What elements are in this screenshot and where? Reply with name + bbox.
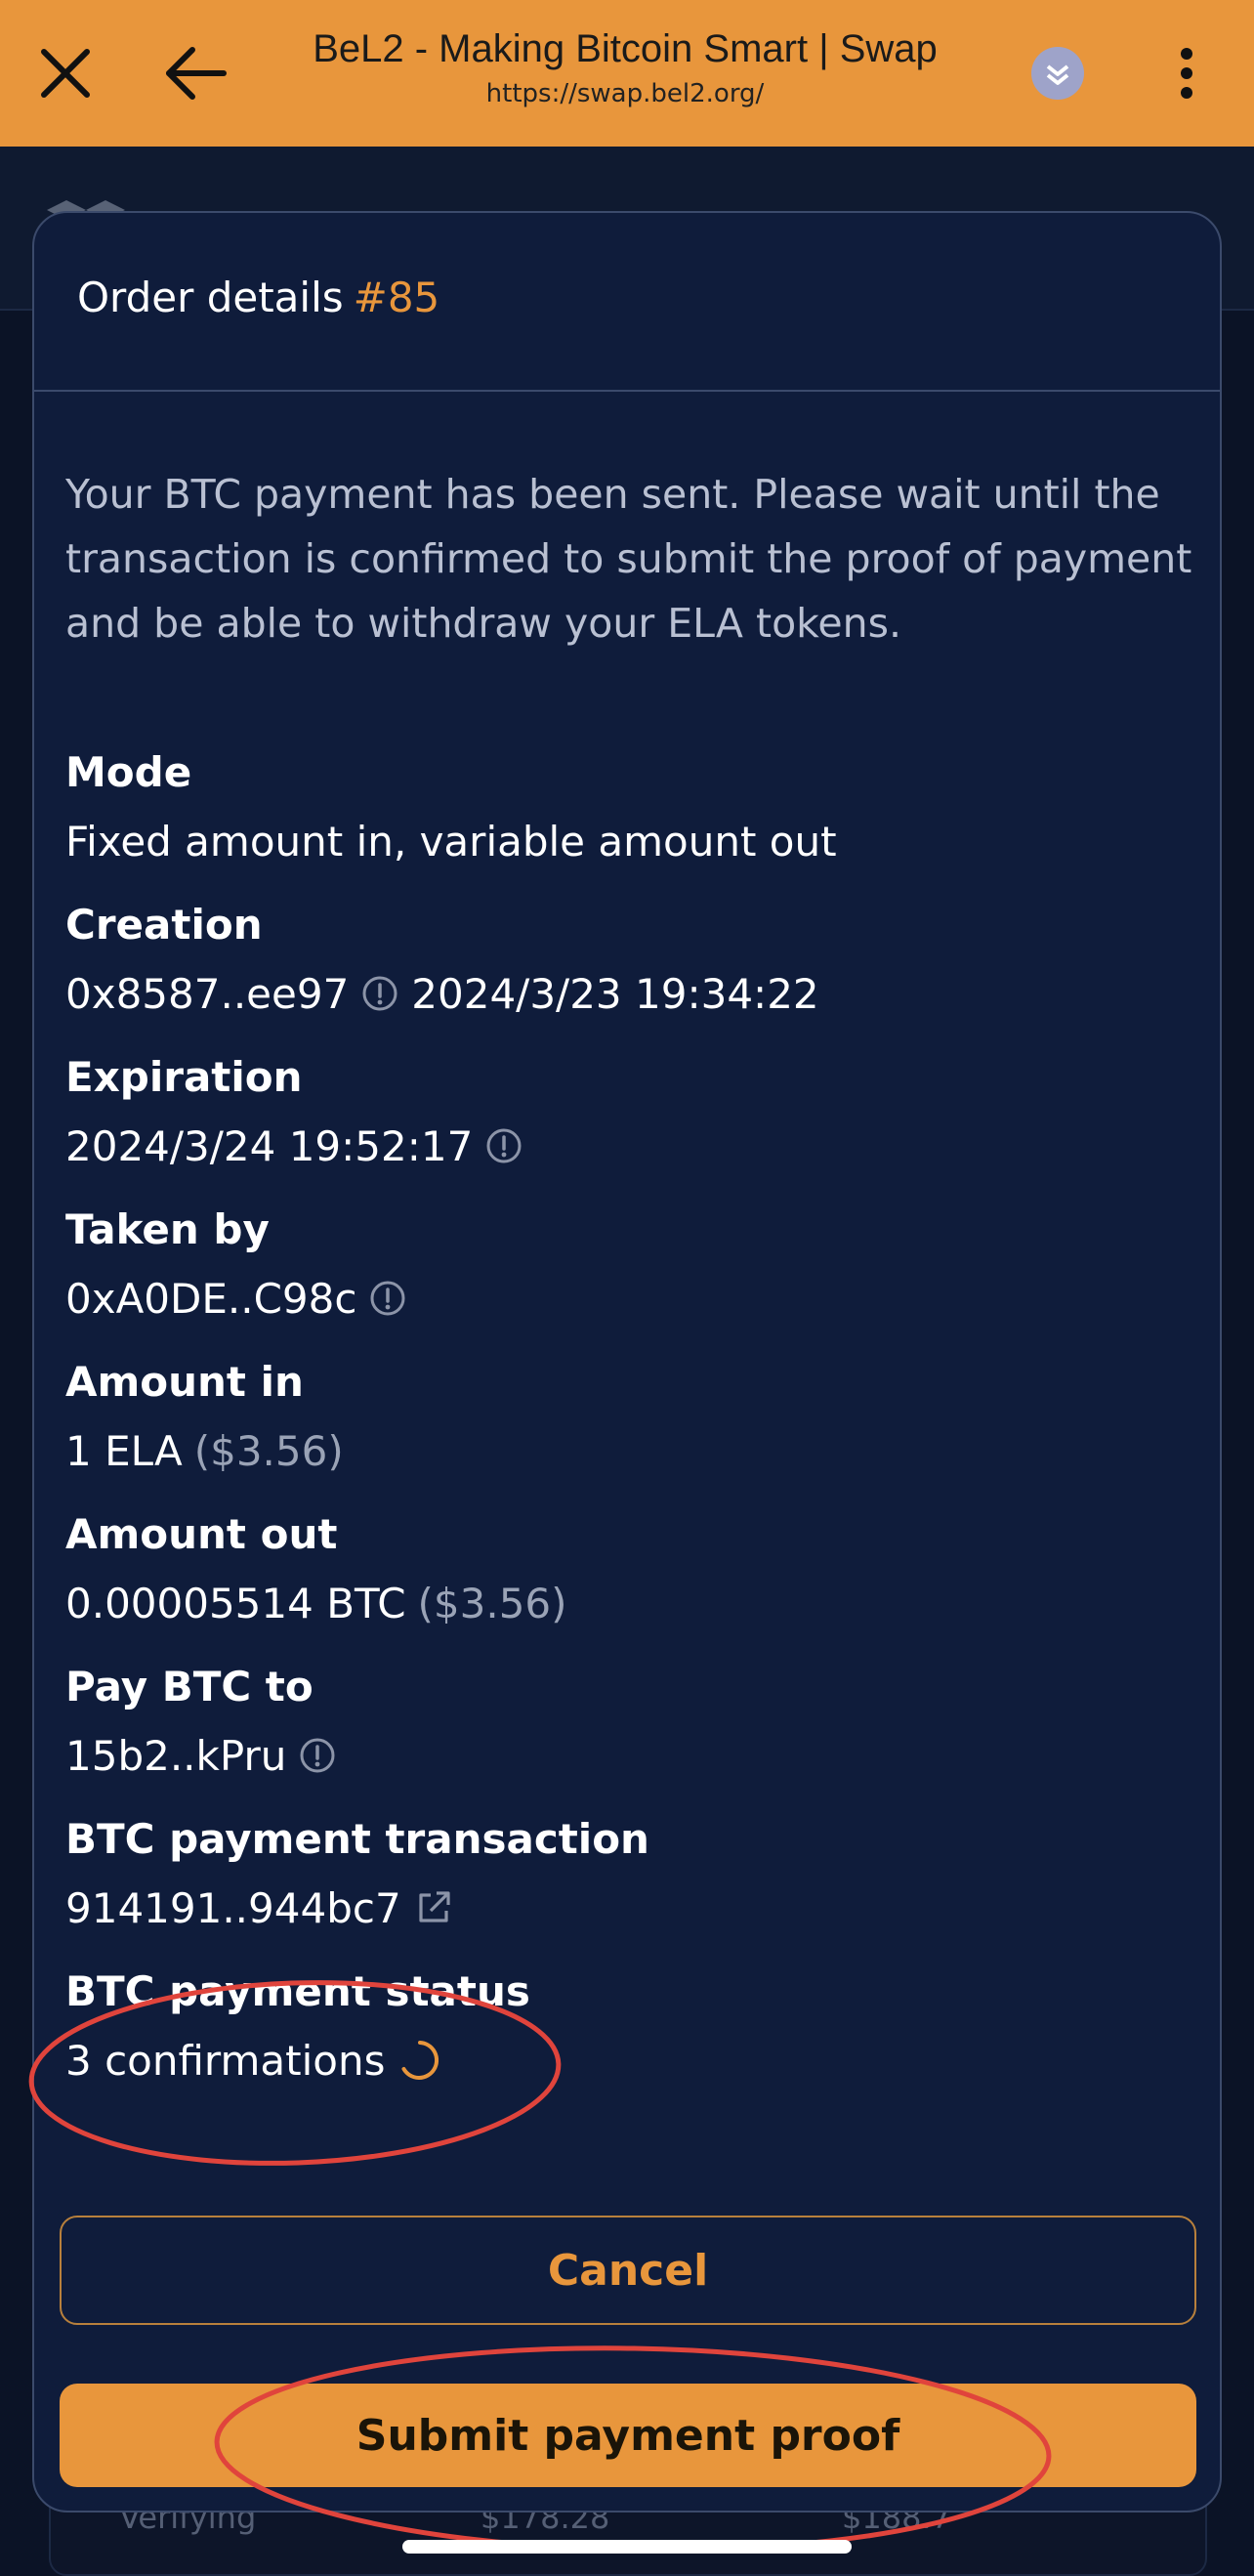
back-arrow-icon (166, 47, 227, 100)
page-title: BeL2 - Making Bitcoin Smart | Swap (313, 27, 938, 70)
field-label: BTC payment status (65, 1967, 530, 2015)
browser-toolbar: BeL2 - Making Bitcoin Smart | Swap https… (0, 0, 1254, 147)
field-label: Taken by (65, 1205, 270, 1253)
loading-spinner-icon (397, 2037, 443, 2084)
close-button[interactable] (21, 29, 109, 117)
field-label: Creation (65, 901, 263, 949)
field-btc-status: BTC payment status 3 confirmations (65, 1967, 1198, 2092)
extension-button[interactable] (1014, 29, 1102, 117)
order-number: #85 (353, 274, 440, 321)
btc-address: 15b2..kPru (65, 1731, 287, 1780)
payment-notice: Your BTC payment has been sent. Please w… (65, 471, 1192, 647)
field-label: Pay BTC to (65, 1663, 314, 1710)
field-pay-btc-to: Pay BTC to 15b2..kPru (65, 1663, 1198, 1788)
extension-icon (1031, 47, 1084, 100)
field-label: Amount out (65, 1510, 338, 1558)
modal-title-text: Order details (77, 274, 344, 321)
page-title-area: BeL2 - Making Bitcoin Smart | Swap https… (254, 27, 996, 108)
modal-title: Order details #85 (77, 274, 439, 321)
taker-address: 0xA0DE..C98c (65, 1274, 357, 1323)
home-indicator[interactable] (402, 2540, 852, 2554)
close-icon (41, 49, 90, 98)
back-button[interactable] (151, 29, 239, 117)
creation-date: 2024/3/23 19:34:22 (411, 969, 819, 1018)
btc-tx-hash[interactable]: 914191..944bc7 (65, 1884, 401, 1932)
info-icon[interactable] (360, 974, 399, 1013)
expiration-date: 2024/3/24 19:52:17 (65, 1121, 474, 1170)
page-url[interactable]: https://swap.bel2.org/ (254, 79, 996, 108)
field-label: Expiration (65, 1053, 303, 1101)
order-details-modal: Order details #85 Your BTC payment has be… (32, 211, 1222, 2513)
modal-header: Order details #85 (34, 213, 1220, 392)
submit-payment-proof-button[interactable]: Submit payment proof (60, 2384, 1196, 2487)
field-expiration: Expiration 2024/3/24 19:52:17 (65, 1053, 1198, 1178)
info-icon[interactable] (484, 1126, 523, 1165)
field-label: Mode (65, 748, 192, 796)
field-mode: Mode Fixed amount in, variable amount ou… (65, 748, 1198, 873)
more-vert-icon (1181, 48, 1192, 99)
field-amount-in: Amount in 1 ELA ($3.56) (65, 1358, 1198, 1483)
btc-confirmations: 3 confirmations (65, 2036, 386, 2085)
external-link-icon[interactable] (413, 1887, 454, 1928)
amount-in-value: 1 ELA (65, 1426, 183, 1475)
field-value: Fixed amount in, variable amount out (65, 817, 837, 866)
amount-out-usd: ($3.56) (417, 1579, 567, 1627)
field-creation: Creation 0x8587..ee97 2024/3/23 19:34:22 (65, 901, 1198, 1026)
amount-in-usd: ($3.56) (193, 1426, 344, 1475)
field-btc-tx: BTC payment transaction 914191..944bc7 (65, 1815, 1198, 1940)
amount-out-value: 0.00005514 BTC (65, 1579, 406, 1627)
cancel-button[interactable]: Cancel (60, 2216, 1196, 2325)
field-label: BTC payment transaction (65, 1815, 649, 1863)
creator-address: 0x8587..ee97 (65, 969, 350, 1018)
field-label: Amount in (65, 1358, 304, 1406)
field-taken-by: Taken by 0xA0DE..C98c (65, 1205, 1198, 1330)
info-icon[interactable] (368, 1279, 407, 1318)
field-amount-out: Amount out 0.00005514 BTC ($3.56) (65, 1510, 1198, 1635)
info-icon[interactable] (298, 1736, 337, 1775)
menu-button[interactable] (1143, 29, 1231, 117)
